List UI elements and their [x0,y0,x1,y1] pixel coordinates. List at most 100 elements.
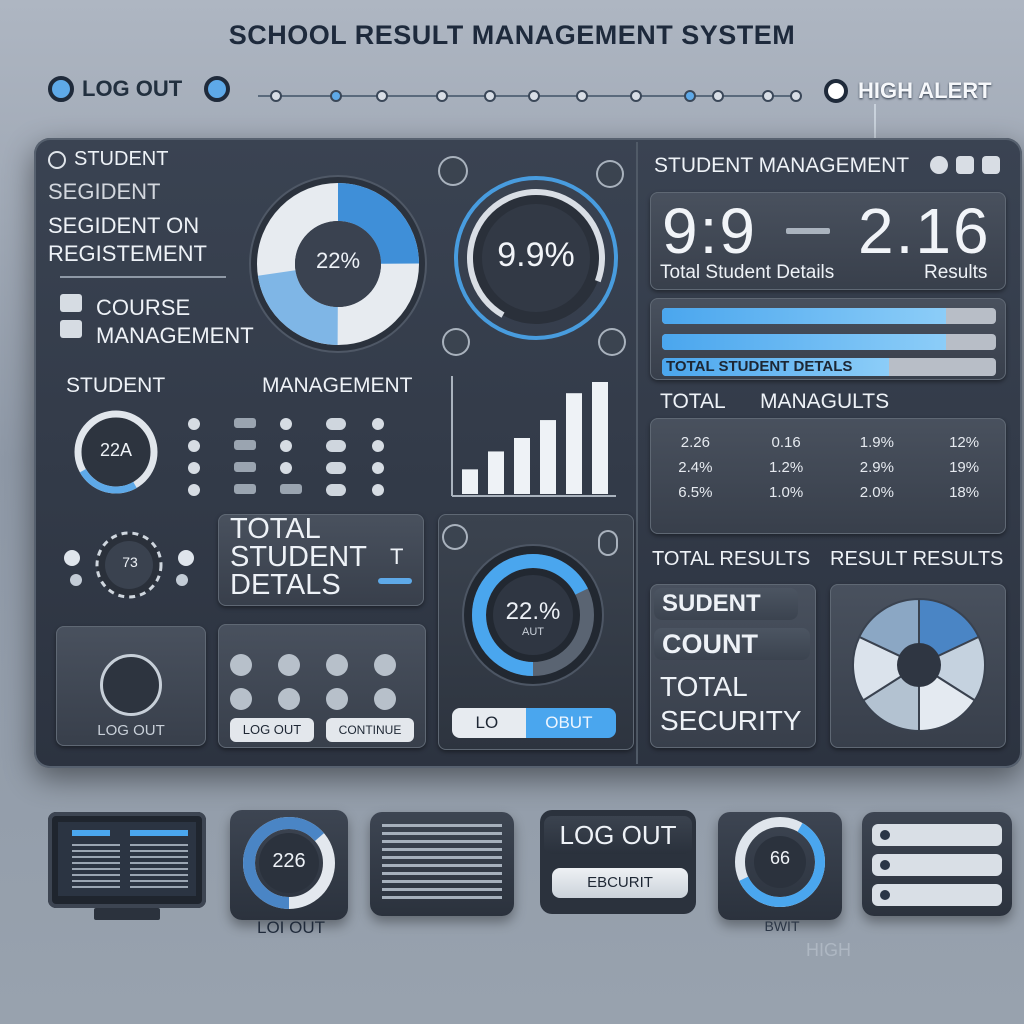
kpi-right-label: Results [924,262,988,283]
list-item[interactable] [872,854,1002,876]
toggle-switch[interactable] [326,440,346,452]
bar [566,393,582,494]
settings-icon[interactable] [930,156,948,174]
bar [488,451,504,494]
sidebar-item-label: STUDENT [74,148,169,170]
radio-button[interactable] [372,462,384,474]
progress-bar [662,308,996,324]
bar-chart [451,376,616,497]
continue-button[interactable]: CONTINUE [326,718,414,742]
table-cell: 6.5% [678,484,713,501]
bottom-settings-card [862,812,1012,916]
sidebar-item-segident-on[interactable]: SEGIDENT ON [48,213,232,239]
security-caption: LOG OUT [97,722,165,739]
control-grid [188,418,428,498]
power-icon [48,76,74,102]
data-lines [382,824,502,904]
sidebar-item-course-management[interactable]: COURSE MANAGEMENT [60,294,254,350]
radio-button[interactable] [280,462,292,474]
list-item[interactable] [872,824,1002,846]
radio-button[interactable] [280,418,292,430]
logout-toggle[interactable]: LO OBUT [452,708,616,738]
timeline-tick[interactable] [376,90,388,102]
toggle-switch[interactable] [326,418,346,430]
settings-icon[interactable] [438,156,468,186]
logout-button[interactable]: LOG OUT [48,76,231,102]
logout-button[interactable]: LOG OUT [544,816,692,854]
logout-button[interactable]: LOG OUT [230,718,314,742]
alert-icon [824,79,848,103]
pie-center [897,643,941,687]
bullet-icon [880,890,890,900]
timeline-tick[interactable] [436,90,448,102]
timeline-tick[interactable] [712,90,724,102]
total-security-button[interactable]: TOTAL SECURITY [660,670,810,738]
timeline-tick[interactable] [528,90,540,102]
grid-icon[interactable] [956,156,974,174]
progress-label: TOTAL STUDENT DETALS [666,358,853,375]
fingerprint-icon[interactable] [326,688,348,710]
table-cell: 19% [949,459,980,476]
radio-button[interactable] [372,440,384,452]
radio-button[interactable] [188,462,200,474]
sidebar-item-registement[interactable]: REGISTEMENT [48,241,232,267]
results-table: 2.26 0.16 1.9% 12% 2.4% 1.2% 2.9% 19% 6.… [650,418,1006,534]
table-cell: 1.2% [769,459,804,476]
timeline-tick[interactable] [762,90,774,102]
fingerprint-icon[interactable] [326,654,348,676]
refresh-icon[interactable] [598,328,626,356]
progress-bar [662,334,996,350]
kpi-separator [786,228,830,234]
table-title-left: TOTAL [660,390,726,413]
toggle-switch[interactable] [326,462,346,474]
lock-icon[interactable] [598,530,618,556]
sidebar-item-segident[interactable]: SEGIDENT [48,179,232,205]
radio-button[interactable] [372,484,384,496]
bottom-gauge-value: 66 [769,848,791,868]
radio-button[interactable] [188,440,200,452]
bottom-gauge-caption: BWIT [764,918,800,934]
table-row: 2.26 0.16 1.9% 12% [650,430,1006,455]
results-title-right: RESULT RESULTS [830,548,1004,570]
count-button[interactable]: COUNT [654,628,810,660]
security-card[interactable]: LOG OUT [56,626,206,746]
radio-button[interactable] [280,440,292,452]
section-title-right: MANAGEMENT [262,374,413,397]
timeline-tick[interactable] [576,90,588,102]
timeline-tick[interactable] [330,90,342,102]
high-alert-toggle[interactable]: HIGH ALERT [824,78,992,104]
wreath-value: 73 [122,554,138,570]
toggle-left-label: LO [475,713,499,732]
timeline-tick[interactable] [630,90,642,102]
timeline-tick[interactable] [484,90,496,102]
settings-icon[interactable] [596,160,624,188]
table-cell: 0.16 [771,434,801,451]
fingerprint-icon[interactable] [374,654,396,676]
security-button[interactable]: EBCURIT [552,868,688,898]
table-cell: 2.9% [859,459,894,476]
logout-label: LOG OUT [82,76,183,101]
timeline-tick[interactable] [684,90,696,102]
list-item[interactable] [872,884,1002,906]
fingerprint-icon[interactable] [230,688,252,710]
student-count-button[interactable]: SUDENT [654,588,798,620]
monitor-card [48,812,206,908]
document-icon[interactable] [982,156,1000,174]
total-details-line: TOTAL [230,513,321,545]
total-details-card[interactable]: TOTAL STUDENT DETALS T [218,514,424,606]
radio-button[interactable] [188,418,200,430]
radio-button[interactable] [372,418,384,430]
radio-button[interactable] [188,484,200,496]
toggle-switch[interactable] [326,484,346,496]
sidebar-item-student[interactable]: STUDENT [48,148,232,171]
refresh-icon[interactable] [442,328,470,356]
fingerprint-icon[interactable] [230,654,252,676]
refresh-icon[interactable] [442,524,468,550]
fingerprint-icon[interactable] [278,688,300,710]
timeline-tick[interactable] [270,90,282,102]
fingerprint-icon [100,654,162,716]
timeline-tick[interactable] [790,90,802,102]
kpi-right-value: 2.16 [858,195,991,267]
fingerprint-icon[interactable] [374,688,396,710]
fingerprint-icon[interactable] [278,654,300,676]
